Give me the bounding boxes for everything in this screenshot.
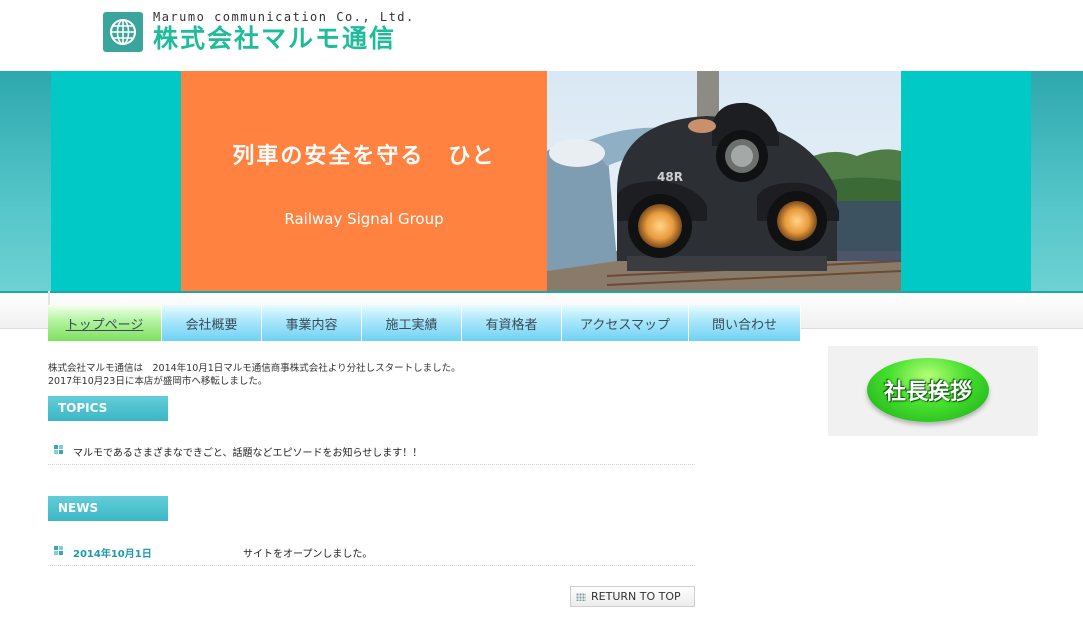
return-to-top-button[interactable]: RETURN TO TOP xyxy=(570,586,695,607)
svg-text:48R: 48R xyxy=(657,170,683,184)
globe-icon xyxy=(103,12,143,52)
railway-signal-photo: 48R xyxy=(547,71,901,291)
return-to-top-label: RETURN TO TOP xyxy=(591,590,681,603)
nav-item-qualified-staff[interactable]: 有資格者 xyxy=(462,305,562,341)
dots-icon xyxy=(576,593,586,601)
topics-heading: TOPICS xyxy=(48,396,168,421)
square-bullet-icon xyxy=(54,546,63,555)
company-logo[interactable]: Marumo communication Co., Ltd. 株式会社マルモ通信 xyxy=(103,10,415,56)
header: Marumo communication Co., Ltd. 株式会社マルモ通信 xyxy=(0,0,1083,71)
banner-text-panel xyxy=(181,71,547,291)
news-heading: NEWS xyxy=(48,496,168,521)
news-date: 2014年10月1日 xyxy=(73,549,152,560)
president-greeting-button[interactable]: 社長挨拶 xyxy=(867,358,989,422)
banner-subtitle: Railway Signal Group xyxy=(284,210,444,228)
company-name-jp: 株式会社マルモ通信 xyxy=(153,24,397,53)
topics-item-text: マルモであるさまざまなできごと、話題などエピソードをお知らせします！！ xyxy=(73,448,423,459)
nav-item-company-overview[interactable]: 会社概要 xyxy=(162,305,262,341)
nav-item-contact[interactable]: 問い合わせ xyxy=(689,305,801,341)
square-bullet-icon xyxy=(54,445,63,454)
news-list-item[interactable]: 2014年10月1日 サイトをオープンしました。 xyxy=(48,536,695,566)
nav-item-business[interactable]: 事業内容 xyxy=(262,305,362,341)
intro-line-1: 株式会社マルモ通信は 2014年10月1日マルモ通信商事株式会社より分社しスター… xyxy=(48,363,461,374)
intro-line-2: 2017年10月23日に本店が盛岡市へ移転しました。 xyxy=(48,376,268,387)
intro-text: 株式会社マルモ通信は 2014年10月1日マルモ通信商事株式会社より分社しスター… xyxy=(48,362,461,388)
banner-title: 列車の安全を守る ひと xyxy=(232,144,496,169)
nav-item-works[interactable]: 施工実績 xyxy=(362,305,462,341)
topics-list-item[interactable]: マルモであるさまざまなできごと、話題などエピソードをお知らせします！！ xyxy=(48,435,695,465)
nav-item-top-page[interactable]: トップページ xyxy=(48,305,162,341)
main-navigation: トップページ 会社概要 事業内容 施工実績 有資格者 アクセスマップ 問い合わせ xyxy=(48,295,801,341)
logo-text: Marumo communication Co., Ltd. 株式会社マルモ通信 xyxy=(153,10,415,54)
page: Marumo communication Co., Ltd. 株式会社マルモ通信… xyxy=(0,0,1083,644)
nav-item-access-map[interactable]: アクセスマップ xyxy=(562,305,689,341)
news-text: サイトをオープンしました。 xyxy=(243,549,373,560)
company-name-en: Marumo communication Co., Ltd. xyxy=(153,10,415,24)
